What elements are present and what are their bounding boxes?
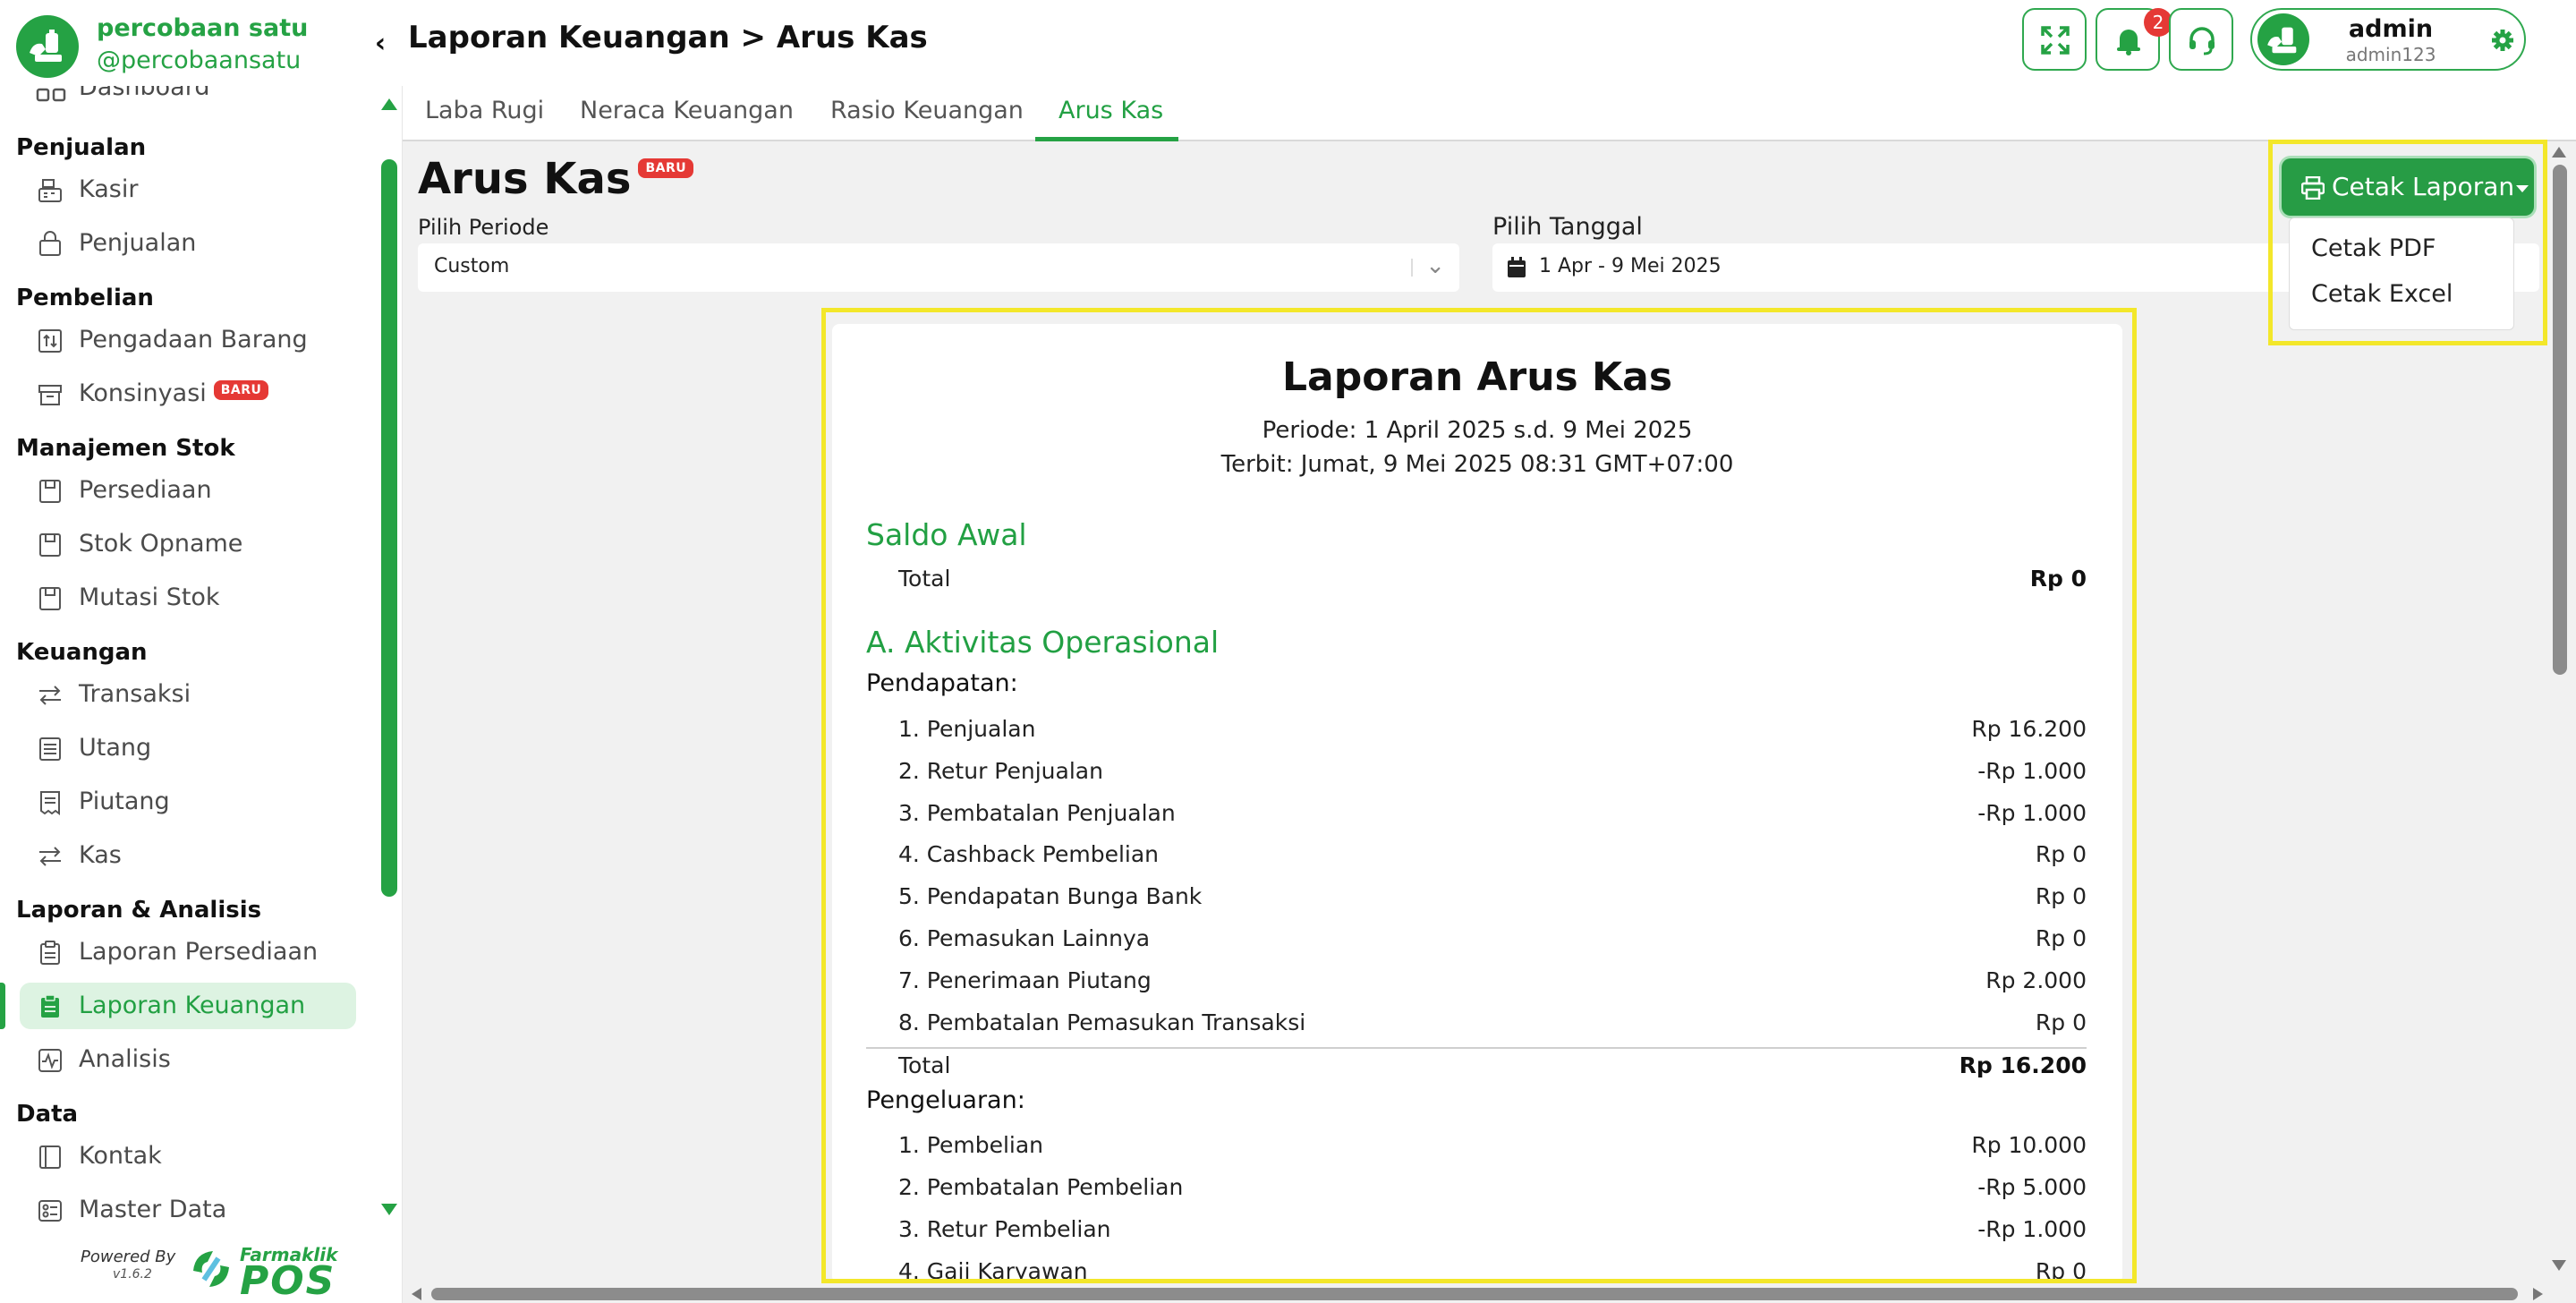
printer-icon [2301,176,2325,200]
sidebar-item-transaksi[interactable]: Transaksi [20,671,356,718]
tab-laba-rugi[interactable]: Laba Rugi [425,97,544,124]
new-badge: BARU [213,380,269,400]
section-pembelian: Pembelian [16,285,154,311]
sidebar-item-piutang[interactable]: Piutang [20,779,356,825]
section-keuangan: Keuangan [16,639,148,666]
report-tabs: Laba Rugi Neraca Keuangan Rasio Keuangan… [403,86,2576,141]
shopping-bag-icon [39,231,61,256]
date-label: Pilih Tanggal [1492,213,1643,241]
sidebar-item-konsinyasi[interactable]: Konsinyasi BARU [20,370,356,417]
sidebar-item-persediaan[interactable]: Persediaan [20,467,356,514]
sidebar-nav: Dashboard Penjualan Kasir Penjualan Pemb… [0,72,376,1244]
caret-down-icon [2516,185,2529,192]
scroll-up-icon[interactable] [381,98,397,110]
powered-by: Powered By v1.6.2 Farmaklik POS [81,1244,338,1303]
procurement-icon [38,329,62,353]
period-select[interactable]: Custom ⌄ [418,243,1459,292]
bell-icon [2117,30,2140,55]
inventory-icon [39,480,61,503]
print-excel-option[interactable]: Cetak Excel [2311,280,2453,308]
sidebar-item-kas[interactable]: Kas [20,832,356,879]
scroll-left-icon[interactable] [412,1288,421,1300]
sidebar-item-laporan-keuangan[interactable]: Laporan Keuangan [20,983,356,1029]
print-menu-highlight: Cetak Laporan Cetak PDF Cetak Excel [2268,140,2547,345]
store-name: percobaan satu [97,14,309,42]
scroll-right-icon[interactable] [2533,1288,2543,1300]
chevron-down-icon: ⌄ [1425,252,1445,279]
page-title: Arus Kas BARU [418,154,694,204]
support-button[interactable] [2169,8,2233,71]
print-dropdown: Cetak PDF Cetak Excel [2289,217,2514,330]
print-pdf-option[interactable]: Cetak PDF [2311,234,2436,262]
cash-register-icon [38,179,62,202]
contact-book-icon [39,1145,61,1169]
app-root: percobaan satu @percobaansatu ‹ Dashboar… [0,0,2576,1303]
fullscreen-icon [2041,26,2070,55]
scroll-thumb[interactable] [431,1288,2518,1300]
clipboard-filled-icon [41,994,59,1018]
sidebar-item-stok-opname[interactable]: Stok Opname [20,521,356,567]
brand: percobaan satu @percobaansatu ‹ [0,0,403,86]
section-laporan-analisis: Laporan & Analisis [16,897,262,924]
report-highlight [821,308,2137,1283]
tab-neraca-keuangan[interactable]: Neraca Keuangan [580,97,794,124]
section-penjualan: Penjualan [16,134,147,161]
sidebar-item-kasir[interactable]: Kasir [20,166,356,213]
database-card-icon [38,1200,62,1222]
sidebar-item-mutasi-stok[interactable]: Mutasi Stok [20,575,356,621]
collapse-sidebar-icon[interactable]: ‹ [367,29,394,59]
active-tab-indicator [1035,137,1178,141]
top-bar: Laporan Keuangan > Arus Kas 2 admin admi… [403,0,2576,86]
cash-flow-icon [39,847,61,866]
scroll-up-icon[interactable] [2552,147,2566,158]
receipt-icon [40,791,60,815]
stock-mutation-icon [39,587,61,610]
avatar [2257,13,2309,65]
headset-icon [2189,27,2215,55]
scroll-down-icon[interactable] [2552,1260,2566,1271]
main-vertical-scrollbar[interactable] [2548,143,2572,1287]
gear-icon[interactable] [2490,28,2515,53]
farmaklik-logo-icon [193,1251,229,1287]
breadcrumb: Laporan Keuangan > Arus Kas [408,20,928,55]
ledger-icon [39,737,61,761]
sidebar-item-pengadaan-barang[interactable]: Pengadaan Barang [20,317,356,363]
scroll-down-icon[interactable] [381,1204,397,1215]
sidebar-scrollbar[interactable] [379,89,399,1235]
sidebar-item-kontak[interactable]: Kontak [20,1133,356,1180]
section-data: Data [16,1101,79,1128]
archive-box-icon [38,385,62,405]
user-id: admin123 [2345,44,2436,65]
sidebar-item-master-data[interactable]: Master Data [20,1187,356,1233]
main-horizontal-scrollbar[interactable] [404,1285,2546,1303]
sidebar-item-penjualan[interactable]: Penjualan [20,220,356,267]
store-logo-icon [16,15,79,78]
transfer-arrows-icon [39,686,61,705]
print-report-button[interactable]: Cetak Laporan [2282,158,2534,216]
scroll-thumb[interactable] [2553,165,2567,675]
user-name: admin [2348,15,2434,43]
stock-opname-icon [39,533,61,557]
active-indicator [0,983,5,1029]
notification-button[interactable]: 2 [2096,8,2172,71]
calendar-icon [1508,257,1526,277]
sidebar-item-analisis[interactable]: Analisis [20,1036,356,1083]
user-profile-button[interactable]: admin admin123 [2250,8,2526,71]
fullscreen-button[interactable] [2022,8,2087,71]
sidebar-item-utang[interactable]: Utang [20,725,356,771]
scroll-thumb[interactable] [381,159,397,897]
tab-arus-kas[interactable]: Arus Kas [1058,97,1163,124]
section-manajemen-stok: Manajemen Stok [16,435,235,462]
period-label: Pilih Periode [418,215,549,240]
store-handle: @percobaansatu [97,47,302,74]
tab-rasio-keuangan[interactable]: Rasio Keuangan [830,97,1024,124]
sidebar-item-laporan-persediaan[interactable]: Laporan Persediaan [20,929,356,975]
sidebar: percobaan satu @percobaansatu ‹ Dashboar… [0,0,403,1303]
pulse-chart-icon [38,1049,62,1072]
new-badge: BARU [638,158,694,178]
clipboard-icon [40,941,60,965]
